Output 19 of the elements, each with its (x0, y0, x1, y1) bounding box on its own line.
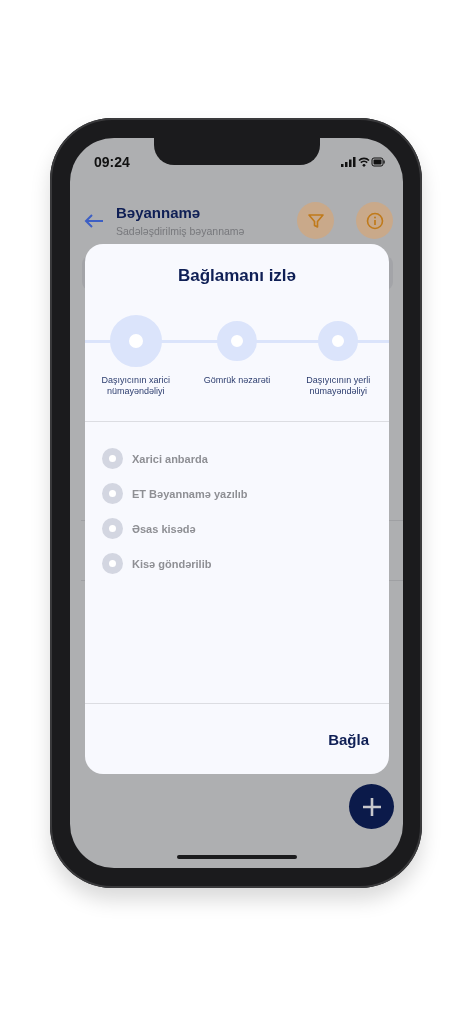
status-label: Xarici anbarda (132, 452, 208, 465)
step-label: Gömrük nəzarəti (202, 375, 272, 386)
back-arrow-icon[interactable] (84, 213, 104, 228)
info-button[interactable] (356, 202, 393, 239)
close-button[interactable]: Bağla (328, 730, 369, 748)
step-label: Daşıyıcının yerli nümayəndəliyi (305, 375, 372, 397)
add-button[interactable] (349, 784, 394, 829)
status-label: ET Bəyannamə yazılıb (132, 487, 248, 500)
step-label: Daşıyıcının xarici nümayəndəliyi (100, 375, 171, 397)
filter-icon (306, 211, 325, 230)
dialog-title: Bağlamanı izlə (177, 266, 297, 286)
status-icons (341, 156, 385, 168)
page-title: Bəyannamə (116, 204, 202, 221)
info-icon (365, 211, 384, 230)
status-label: Əsas kisədə (132, 522, 196, 535)
status-time: 09:24 (94, 154, 130, 170)
status-label: Kisə göndərilib (132, 557, 212, 570)
filter-button[interactable] (297, 202, 334, 239)
plus-icon (360, 795, 383, 818)
